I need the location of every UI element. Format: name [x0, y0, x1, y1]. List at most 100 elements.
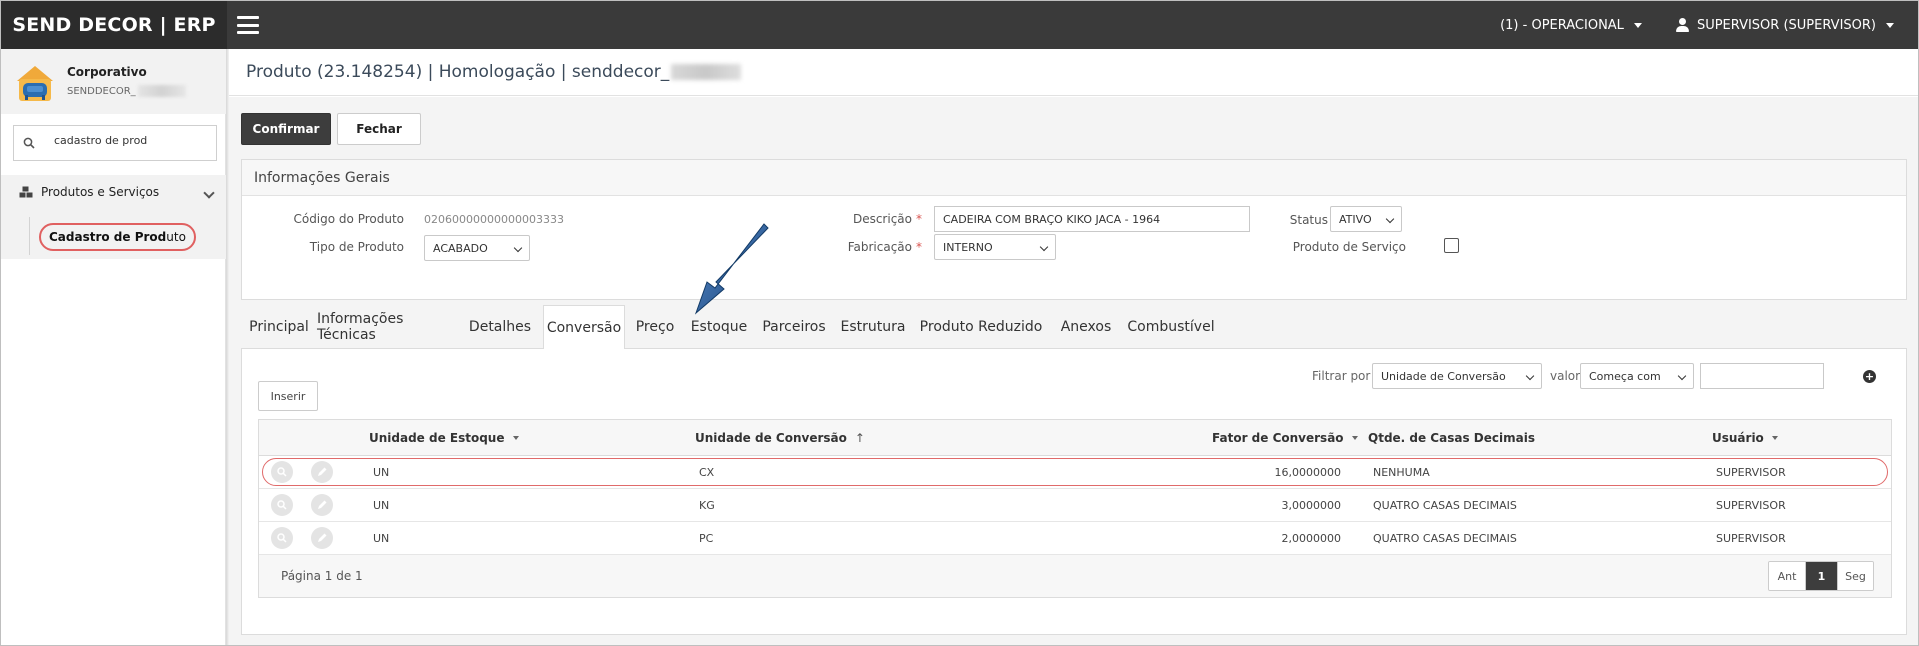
col-decimals[interactable]: Qtde. de Casas Decimais	[1368, 431, 1535, 445]
profile-name: Corporativo	[67, 65, 147, 79]
cell-factor: 2,0000000	[1281, 532, 1342, 545]
service-checkbox[interactable]	[1444, 238, 1459, 253]
menu-item-cadastro-produto[interactable]: Cadastro de Prod uto	[39, 223, 196, 251]
main-content: Produto (23.148254) | Homologação | send…	[229, 49, 1918, 645]
cell-stock-unit: UN	[373, 499, 390, 512]
sort-asc-icon: ↑	[854, 431, 865, 445]
fab-select[interactable]: INTERNO	[934, 234, 1056, 260]
filter-field-select[interactable]: Unidade de Conversão	[1372, 363, 1542, 389]
add-filter-icon[interactable]: +	[1863, 370, 1876, 383]
filter-value-input[interactable]	[1700, 363, 1824, 389]
close-button[interactable]: Fechar	[337, 113, 421, 145]
type-label: Tipo de Produto	[309, 240, 404, 254]
cell-decimals: QUATRO CASAS DECIMAIS	[1373, 499, 1517, 512]
col-user[interactable]: Usuário	[1712, 431, 1778, 445]
conversion-grid: Unidade de Estoque Unidade de Conversão ↑…	[258, 419, 1892, 598]
tab-estrutura[interactable]: Estrutura	[835, 305, 911, 349]
profile-subtitle-text: SENDDECOR_	[67, 85, 136, 97]
cell-factor: 16,0000000	[1274, 466, 1341, 479]
table-row[interactable]: UN PC 2,0000000 QUATRO CASAS DECIMAIS SU…	[259, 522, 1891, 555]
tab-estoque[interactable]: Estoque	[685, 305, 753, 349]
cell-decimals: NENHUMA	[1373, 466, 1430, 479]
edit-icon[interactable]	[311, 494, 333, 516]
desc-label-wrap: Descrição *	[852, 212, 922, 226]
tab-produto-reduzido[interactable]: Produto Reduzido	[911, 305, 1051, 349]
view-icon[interactable]	[271, 494, 293, 516]
prev-page-button[interactable]: Ant	[1769, 562, 1805, 590]
menu-group-label: Produtos e Serviços	[41, 185, 160, 199]
menu-group-header[interactable]: Produtos e Serviços	[19, 185, 159, 199]
menu-search-input[interactable]	[54, 134, 209, 147]
insert-button[interactable]: Inserir	[258, 381, 318, 411]
page-header: Produto (23.148254) | Homologação | send…	[229, 49, 1918, 96]
cell-stock-unit: UN	[373, 466, 390, 479]
value-label: valor	[1550, 369, 1581, 383]
tab-anexos[interactable]: Anexos	[1051, 305, 1121, 349]
user-menu[interactable]: SUPERVISOR (SUPERVISOR)	[1675, 17, 1894, 33]
top-navbar: SEND DECOR | ERP (1) - OPERACIONAL SUPER…	[1, 1, 1918, 49]
col-stock-unit[interactable]: Unidade de Estoque	[369, 431, 519, 445]
tab-conversao[interactable]: Conversão	[543, 305, 625, 350]
tab-parceiros[interactable]: Parceiros	[753, 305, 835, 349]
profile-card: Corporativo SENDDECOR_	[1, 49, 226, 114]
chevron-down-icon[interactable]	[203, 187, 215, 199]
user-icon	[1675, 18, 1689, 32]
grid-header: Unidade de Estoque Unidade de Conversão ↑…	[259, 420, 1891, 456]
table-row[interactable]: UN CX 16,0000000 NENHUMA SUPERVISOR	[259, 456, 1891, 489]
redacted-blur	[137, 85, 186, 97]
desc-field[interactable]: CADEIRA COM BRAÇO KIKO JACA - 1964	[934, 206, 1250, 232]
cell-user: SUPERVISOR	[1716, 532, 1786, 545]
cell-user: SUPERVISOR	[1716, 499, 1786, 512]
cell-conv-unit: PC	[699, 532, 714, 545]
caret-down-icon	[1886, 22, 1894, 28]
conversion-panel: Inserir Filtrar por Unidade de Conversão…	[241, 349, 1907, 635]
grid-footer: Página 1 de 1 Ant 1 Seg	[259, 555, 1891, 597]
view-icon[interactable]	[271, 461, 293, 483]
tab-principal[interactable]: Principal	[241, 305, 317, 349]
cell-decimals: QUATRO CASAS DECIMAIS	[1373, 532, 1517, 545]
fab-label-wrap: Fabricação *	[847, 240, 922, 254]
page-1-button[interactable]: 1	[1805, 562, 1837, 590]
col-stock-unit-label: Unidade de Estoque	[369, 431, 505, 445]
fab-label: Fabricação	[847, 240, 912, 254]
panel-heading: Informações Gerais	[242, 160, 1906, 196]
tab-preco[interactable]: Preço	[625, 305, 685, 349]
company-selector[interactable]: (1) - OPERACIONAL	[1500, 18, 1642, 33]
type-select[interactable]: ACABADO	[424, 235, 530, 261]
filter-label: Filtrar por	[1312, 369, 1371, 383]
brand-logo[interactable]: SEND DECOR | ERP	[1, 1, 227, 49]
tab-detalhes[interactable]: Detalhes	[459, 305, 541, 349]
col-user-label: Usuário	[1712, 431, 1764, 445]
desc-label: Descrição	[852, 212, 912, 226]
menu-item-rest: uto	[166, 230, 186, 244]
col-factor[interactable]: Fator de Conversão	[1212, 431, 1358, 445]
user-label: SUPERVISOR (SUPERVISOR)	[1696, 17, 1876, 33]
status-label: Status	[1289, 213, 1328, 227]
tab-combustivel[interactable]: Combustível	[1121, 305, 1221, 349]
cell-stock-unit: UN	[373, 532, 390, 545]
edit-icon[interactable]	[311, 461, 333, 483]
general-info-panel: Informações Gerais Código do Produto 020…	[241, 159, 1907, 300]
profile-subtitle: SENDDECOR_	[67, 85, 186, 97]
tab-informacoes-tecnicas[interactable]: Informações Técnicas	[317, 305, 459, 349]
next-page-button[interactable]: Seg	[1837, 562, 1873, 590]
table-row[interactable]: UN KG 3,0000000 QUATRO CASAS DECIMAIS SU…	[259, 489, 1891, 522]
boxes-icon	[19, 186, 33, 198]
caret-down-icon	[1633, 22, 1642, 28]
edit-icon[interactable]	[311, 527, 333, 549]
product-tabs: Principal Informações Técnicas Detalhes …	[241, 305, 1907, 350]
filter-operator-select[interactable]: Começa com	[1580, 363, 1694, 389]
col-factor-label: Fator de Conversão	[1212, 431, 1344, 445]
code-label: Código do Produto	[293, 212, 404, 226]
page-info: Página 1 de 1	[281, 569, 363, 583]
col-conv-unit[interactable]: Unidade de Conversão ↑	[695, 431, 865, 445]
confirm-button[interactable]: Confirmar	[241, 113, 331, 145]
sidebar: Corporativo SENDDECOR_ Produtos e Serviç…	[1, 49, 226, 645]
cell-conv-unit: CX	[699, 466, 715, 479]
cell-conv-unit: KG	[699, 499, 715, 512]
view-icon[interactable]	[271, 527, 293, 549]
tree-line	[29, 217, 30, 255]
hamburger-menu-icon[interactable]	[237, 16, 259, 34]
status-select[interactable]: ATIVO	[1330, 206, 1402, 232]
sort-caret-icon	[512, 436, 519, 440]
